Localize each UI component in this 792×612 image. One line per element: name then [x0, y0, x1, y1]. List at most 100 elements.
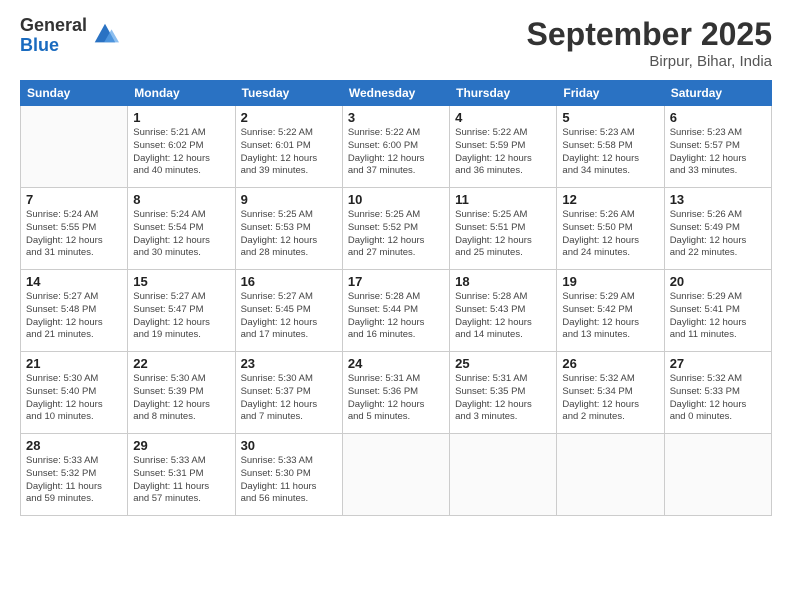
- calendar-cell: 8 Sunrise: 5:24 AM Sunset: 5:54 PM Daylig…: [128, 188, 235, 270]
- day-number: 11: [455, 192, 551, 207]
- calendar-cell: 12Sunrise: 5:26 AM Sunset: 5:50 PM Dayli…: [557, 188, 664, 270]
- day-info: Sunrise: 5:29 AM Sunset: 5:41 PM Dayligh…: [670, 291, 766, 342]
- day-number: 24: [348, 356, 444, 371]
- day-info: Sunrise: 5:22 AM Sunset: 5:59 PM Dayligh…: [455, 127, 551, 178]
- calendar-cell: 17 Sunrise: 5:28 AM Sunset: 5:44 PM Dayli…: [342, 270, 449, 352]
- page-header: General Blue September 2025 Birpur, Biha…: [20, 16, 772, 70]
- header-sunday: Sunday: [21, 81, 128, 106]
- calendar-cell: [557, 434, 664, 516]
- day-info: Sunrise: 5:31 AM Sunset: 5:36 PM Dayligh…: [348, 373, 444, 424]
- day-info: Sunrise: 5:23 AM Sunset: 5:57 PM Dayligh…: [670, 127, 766, 178]
- day-info: Sunrise: 5:22 AM Sunset: 6:01 PM Dayligh…: [241, 127, 337, 178]
- header-thursday: Thursday: [450, 81, 557, 106]
- calendar-cell: 10Sunrise: 5:25 AM Sunset: 5:52 PM Dayli…: [342, 188, 449, 270]
- day-info: Sunrise: 5:32 AM Sunset: 5:33 PM Dayligh…: [670, 373, 766, 424]
- calendar-cell: 4 Sunrise: 5:22 AM Sunset: 5:59 PM Daylig…: [450, 106, 557, 188]
- day-number: 5: [562, 110, 658, 125]
- day-info: Sunrise: 5:24 AM Sunset: 5:55 PM Dayligh…: [26, 209, 122, 260]
- day-number: 25: [455, 356, 551, 371]
- calendar-cell: [21, 106, 128, 188]
- logo: General Blue: [20, 16, 119, 56]
- day-info: Sunrise: 5:28 AM Sunset: 5:43 PM Dayligh…: [455, 291, 551, 342]
- calendar-cell: 13 Sunrise: 5:26 AM Sunset: 5:49 PM Dayli…: [664, 188, 771, 270]
- day-number: 10: [348, 192, 444, 207]
- day-number: 22: [133, 356, 229, 371]
- header-tuesday: Tuesday: [235, 81, 342, 106]
- day-number: 15: [133, 274, 229, 289]
- day-number: 13: [670, 192, 766, 207]
- calendar-cell: 7 Sunrise: 5:24 AM Sunset: 5:55 PM Daylig…: [21, 188, 128, 270]
- day-number: 23: [241, 356, 337, 371]
- week-row-1: 7 Sunrise: 5:24 AM Sunset: 5:55 PM Daylig…: [21, 188, 772, 270]
- week-row-0: 1Sunrise: 5:21 AM Sunset: 6:02 PM Daylig…: [21, 106, 772, 188]
- day-number: 30: [241, 438, 337, 453]
- title-block: September 2025 Birpur, Bihar, India: [527, 16, 772, 70]
- day-info: Sunrise: 5:24 AM Sunset: 5:54 PM Dayligh…: [133, 209, 229, 260]
- calendar-cell: 22 Sunrise: 5:30 AM Sunset: 5:39 PM Dayli…: [128, 352, 235, 434]
- calendar-cell: 15 Sunrise: 5:27 AM Sunset: 5:47 PM Dayli…: [128, 270, 235, 352]
- day-info: Sunrise: 5:33 AM Sunset: 5:31 PM Dayligh…: [133, 455, 229, 506]
- header-wednesday: Wednesday: [342, 81, 449, 106]
- day-info: Sunrise: 5:27 AM Sunset: 5:45 PM Dayligh…: [241, 291, 337, 342]
- day-info: Sunrise: 5:26 AM Sunset: 5:49 PM Dayligh…: [670, 209, 766, 260]
- calendar-cell: 3 Sunrise: 5:22 AM Sunset: 6:00 PM Daylig…: [342, 106, 449, 188]
- day-info: Sunrise: 5:25 AM Sunset: 5:51 PM Dayligh…: [455, 209, 551, 260]
- calendar-cell: 9Sunrise: 5:25 AM Sunset: 5:53 PM Daylig…: [235, 188, 342, 270]
- day-number: 20: [670, 274, 766, 289]
- day-number: 8: [133, 192, 229, 207]
- day-number: 7: [26, 192, 122, 207]
- day-number: 2: [241, 110, 337, 125]
- calendar-cell: 11 Sunrise: 5:25 AM Sunset: 5:51 PM Dayli…: [450, 188, 557, 270]
- calendar-cell: 26 Sunrise: 5:32 AM Sunset: 5:34 PM Dayli…: [557, 352, 664, 434]
- location: Birpur, Bihar, India: [527, 53, 772, 70]
- day-info: Sunrise: 5:29 AM Sunset: 5:42 PM Dayligh…: [562, 291, 658, 342]
- day-info: Sunrise: 5:30 AM Sunset: 5:40 PM Dayligh…: [26, 373, 122, 424]
- day-info: Sunrise: 5:33 AM Sunset: 5:32 PM Dayligh…: [26, 455, 122, 506]
- calendar-cell: 30 Sunrise: 5:33 AM Sunset: 5:30 PM Dayli…: [235, 434, 342, 516]
- day-info: Sunrise: 5:28 AM Sunset: 5:44 PM Dayligh…: [348, 291, 444, 342]
- calendar-cell: 20 Sunrise: 5:29 AM Sunset: 5:41 PM Dayli…: [664, 270, 771, 352]
- month-title: September 2025: [527, 16, 772, 53]
- header-saturday: Saturday: [664, 81, 771, 106]
- day-number: 14: [26, 274, 122, 289]
- calendar-cell: 5Sunrise: 5:23 AM Sunset: 5:58 PM Daylig…: [557, 106, 664, 188]
- calendar-cell: [664, 434, 771, 516]
- calendar-cell: 29 Sunrise: 5:33 AM Sunset: 5:31 PM Dayli…: [128, 434, 235, 516]
- logo-icon: [91, 20, 119, 48]
- day-number: 26: [562, 356, 658, 371]
- day-info: Sunrise: 5:30 AM Sunset: 5:39 PM Dayligh…: [133, 373, 229, 424]
- day-info: Sunrise: 5:27 AM Sunset: 5:48 PM Dayligh…: [26, 291, 122, 342]
- day-number: 17: [348, 274, 444, 289]
- calendar-cell: 14 Sunrise: 5:27 AM Sunset: 5:48 PM Dayli…: [21, 270, 128, 352]
- week-row-2: 14 Sunrise: 5:27 AM Sunset: 5:48 PM Dayli…: [21, 270, 772, 352]
- day-info: Sunrise: 5:27 AM Sunset: 5:47 PM Dayligh…: [133, 291, 229, 342]
- day-number: 3: [348, 110, 444, 125]
- logo-blue: Blue: [20, 36, 87, 56]
- week-row-4: 28 Sunrise: 5:33 AM Sunset: 5:32 PM Dayli…: [21, 434, 772, 516]
- day-number: 4: [455, 110, 551, 125]
- day-number: 29: [133, 438, 229, 453]
- day-number: 1: [133, 110, 229, 125]
- day-info: Sunrise: 5:22 AM Sunset: 6:00 PM Dayligh…: [348, 127, 444, 178]
- day-number: 27: [670, 356, 766, 371]
- calendar: Sunday Monday Tuesday Wednesday Thursday…: [20, 80, 772, 516]
- day-number: 6: [670, 110, 766, 125]
- day-info: Sunrise: 5:32 AM Sunset: 5:34 PM Dayligh…: [562, 373, 658, 424]
- day-number: 18: [455, 274, 551, 289]
- calendar-cell: 24 Sunrise: 5:31 AM Sunset: 5:36 PM Dayli…: [342, 352, 449, 434]
- day-number: 16: [241, 274, 337, 289]
- logo-general: General: [20, 16, 87, 36]
- day-info: Sunrise: 5:25 AM Sunset: 5:53 PM Dayligh…: [241, 209, 337, 260]
- day-number: 28: [26, 438, 122, 453]
- calendar-cell: 2 Sunrise: 5:22 AM Sunset: 6:01 PM Daylig…: [235, 106, 342, 188]
- day-info: Sunrise: 5:33 AM Sunset: 5:30 PM Dayligh…: [241, 455, 337, 506]
- calendar-cell: 18 Sunrise: 5:28 AM Sunset: 5:43 PM Dayli…: [450, 270, 557, 352]
- calendar-cell: 1Sunrise: 5:21 AM Sunset: 6:02 PM Daylig…: [128, 106, 235, 188]
- calendar-cell: 16 Sunrise: 5:27 AM Sunset: 5:45 PM Dayli…: [235, 270, 342, 352]
- day-info: Sunrise: 5:30 AM Sunset: 5:37 PM Dayligh…: [241, 373, 337, 424]
- week-row-3: 21Sunrise: 5:30 AM Sunset: 5:40 PM Dayli…: [21, 352, 772, 434]
- calendar-cell: 21Sunrise: 5:30 AM Sunset: 5:40 PM Dayli…: [21, 352, 128, 434]
- calendar-cell: 19Sunrise: 5:29 AM Sunset: 5:42 PM Dayli…: [557, 270, 664, 352]
- calendar-cell: 27 Sunrise: 5:32 AM Sunset: 5:33 PM Dayli…: [664, 352, 771, 434]
- calendar-cell: 23 Sunrise: 5:30 AM Sunset: 5:37 PM Dayli…: [235, 352, 342, 434]
